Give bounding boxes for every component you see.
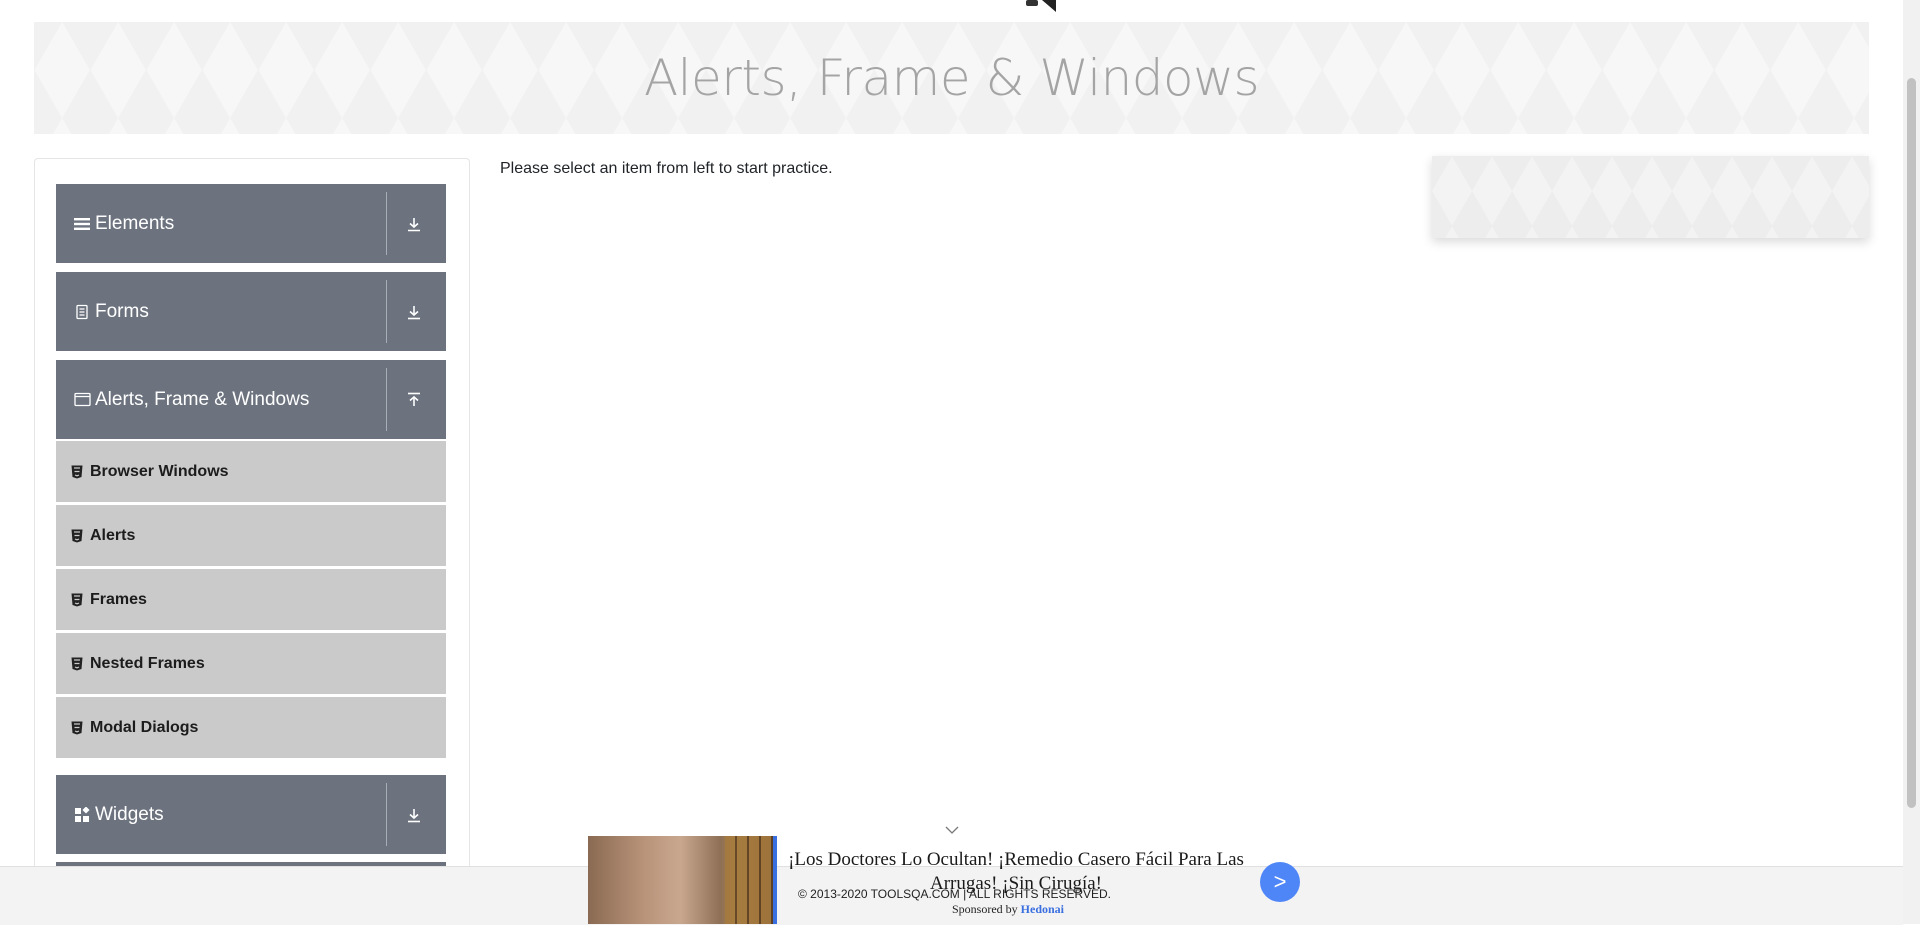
sidebar-item-label: Frames [90, 590, 147, 608]
html5-icon [71, 593, 83, 607]
sidebar-group-forms[interactable]: Forms [56, 272, 446, 351]
ad-go-button[interactable]: > [1260, 862, 1300, 902]
page-banner: Alerts, Frame & Windows [34, 22, 1869, 134]
sidebar-group-label: Forms [95, 300, 149, 322]
ad-sponsor-brand[interactable]: Hedonai [1021, 902, 1064, 916]
sidebar-group-label: Elements [95, 212, 175, 234]
divider [386, 783, 387, 846]
ad-headline[interactable]: ¡Los Doctores Lo Ocultan! ¡Remedio Caser… [786, 848, 1246, 896]
page-title: Alerts, Frame & Windows [643, 49, 1260, 107]
sidebar-group-widgets[interactable]: Widgets [56, 775, 446, 854]
html5-icon [71, 465, 83, 479]
html5-icon [71, 657, 83, 671]
ad-accent-bar [773, 836, 777, 924]
ad-image[interactable] [588, 836, 773, 924]
sidebar-item-frames[interactable]: Frames [56, 569, 446, 633]
sidebar-item-alerts[interactable]: Alerts [56, 505, 446, 569]
upload-arrow-icon[interactable] [405, 391, 423, 409]
html5-icon [71, 721, 83, 735]
ad-image-tiles [725, 836, 773, 924]
sidebar-item-label: Alerts [90, 526, 136, 544]
vertical-scrollbar[interactable] [1903, 0, 1920, 924]
sidebar-item-nested-frames[interactable]: Nested Frames [56, 633, 446, 697]
window-icon [73, 391, 91, 409]
ad-sponsor-prefix: Sponsored by [951, 902, 1018, 916]
form-document-icon [73, 303, 91, 321]
divider [386, 280, 387, 343]
download-arrow-icon[interactable] [405, 215, 423, 233]
sidebar-group-label: Alerts, Frame & Windows [95, 388, 310, 410]
practice-instruction: Please select an item from left to start… [500, 160, 833, 177]
sticky-ad[interactable]: ¡Los Doctores Lo Ocultan! ¡Remedio Caser… [588, 826, 1308, 924]
divider [386, 368, 387, 431]
download-arrow-icon[interactable] [405, 303, 423, 321]
divider [386, 192, 387, 255]
widgets-grid-icon [73, 806, 91, 824]
sidebar-group-elements[interactable]: Elements [56, 184, 446, 263]
chevron-down-icon[interactable] [944, 824, 960, 836]
sidebar-group-label: Widgets [95, 803, 164, 825]
sidebar-item-label: Browser Windows [90, 462, 229, 480]
sidebar-item-label: Nested Frames [90, 654, 205, 672]
download-arrow-icon[interactable] [405, 806, 423, 824]
sidebar-group-alerts-frame-windows[interactable]: Alerts, Frame & Windows [56, 360, 446, 439]
scrollbar-thumb[interactable] [1907, 78, 1916, 808]
logo-icon [1026, 0, 1056, 12]
ad-banner-right[interactable] [1432, 156, 1869, 238]
sidebar-panel: Elements Forms Alerts, Frame & Windows B… [34, 158, 470, 925]
sidebar-item-label: Modal Dialogs [90, 718, 199, 736]
html5-icon [71, 529, 83, 543]
sidebar-item-browser-windows[interactable]: Browser Windows [56, 441, 446, 505]
ad-sponsor: Sponsored by Hedonai [888, 902, 1128, 917]
menu-bars-icon [73, 215, 91, 233]
sidebar-item-modal-dialogs[interactable]: Modal Dialogs [56, 697, 446, 761]
